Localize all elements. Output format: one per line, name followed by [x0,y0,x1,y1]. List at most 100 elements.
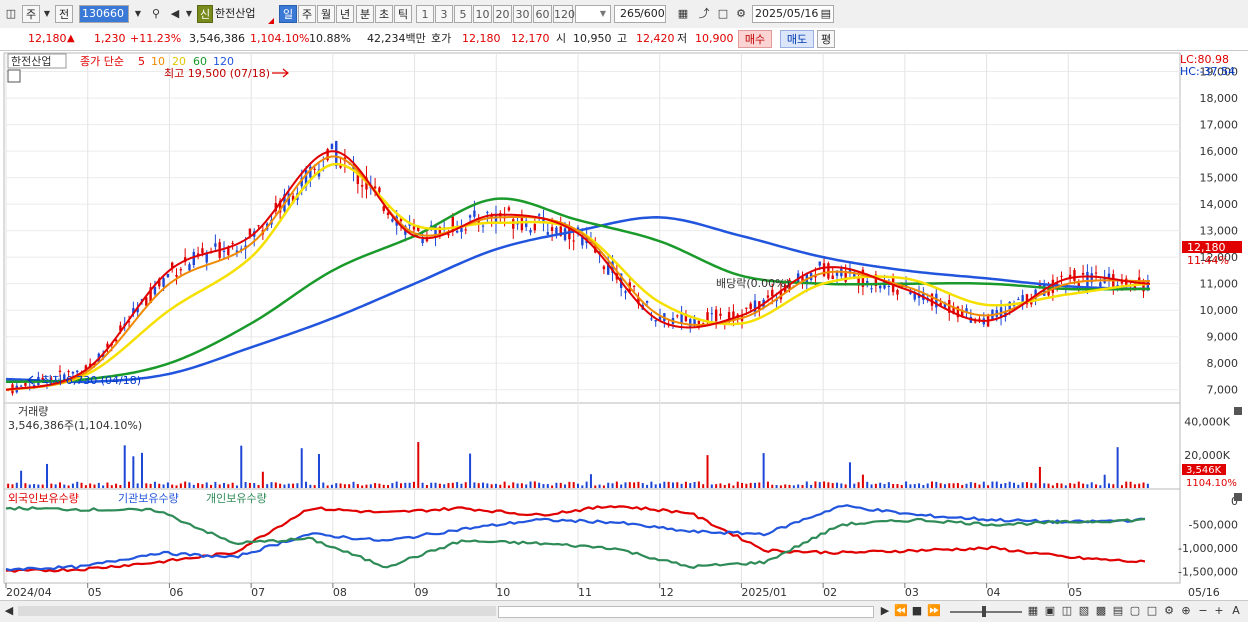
search-icon[interactable]: ⚲ [148,5,164,23]
code-dropdown-icon[interactable]: ▼ [131,5,145,23]
candle-body [313,168,316,170]
interval-1-button[interactable]: 1 [416,5,434,23]
layout-2-icon[interactable]: ▣ [1043,602,1057,620]
volume-bar [719,483,722,488]
layout-3-icon[interactable]: ◫ [1060,602,1074,620]
sell-button[interactable]: 매도 [780,30,814,48]
holdings-panel-close-icon[interactable] [1234,493,1242,501]
chart-settings-icon[interactable]: ⚙ [1162,602,1176,620]
buy-button[interactable]: 매수 [738,30,772,48]
volume-bar [637,481,640,488]
volume-bar [67,485,70,488]
period-second-button[interactable]: 초 [375,5,393,23]
rewind-icon[interactable]: ⏪ [893,602,909,620]
speaker-icon[interactable]: ◀ [167,5,183,23]
candle-body [486,212,489,214]
interval-60-button[interactable]: 60 [533,5,552,23]
volume-bar [702,484,705,488]
scroll-right-icon[interactable]: ▶ [878,602,892,620]
scroll-track[interactable] [18,606,496,616]
draw-tool-icon[interactable]: ⤴ [695,5,713,23]
interval-30-button[interactable]: 30 [513,5,532,23]
layout-4-icon[interactable]: ▧ [1077,602,1091,620]
volume-bar [1120,485,1123,488]
volume-bar [602,485,605,488]
interval-10-button[interactable]: 10 [473,5,492,23]
period-month-button[interactable]: 월 [317,5,335,23]
interval-dropdown-icon[interactable]: ▼ [597,5,609,23]
candle-body [412,226,416,230]
volume-bar [1125,481,1128,488]
interval-3-button[interactable]: 3 [435,5,453,23]
period-week-button[interactable]: 주 [298,5,316,23]
gear-icon[interactable]: ⚙ [733,5,749,23]
market-type-button[interactable]: 주 [22,5,40,23]
volume-bar [447,483,450,488]
volume-bar [335,483,338,488]
volume-bar [494,483,497,488]
interval-120-button[interactable]: 120 [553,5,575,23]
zoom-out-icon[interactable]: − [1196,602,1210,620]
volume-bar [887,482,890,488]
volume-panel-close-icon[interactable] [1234,407,1242,415]
volume-bar [404,482,407,488]
bar-count-value: 265 [620,7,641,20]
stock-code-input[interactable]: 130660 [79,5,129,23]
volume-bar [477,483,480,488]
stop-icon[interactable]: ■ [910,602,924,620]
volume-y-label: 40,000K [1184,416,1230,429]
interval-5-button[interactable]: 5 [454,5,472,23]
fast-forward-icon[interactable]: ⏩ [926,602,942,620]
volume-bar [296,483,299,488]
volume-bar [1090,482,1093,488]
eval-button[interactable]: 평 [817,30,835,48]
save-icon[interactable]: □ [715,5,731,23]
price-y-label: 17,000 [1200,119,1239,132]
calendar-icon[interactable]: ▤ [821,6,831,22]
volume-bar [874,483,877,488]
layout-5-icon[interactable]: ▩ [1094,602,1108,620]
volume-bar [728,483,731,488]
chevron-down-icon[interactable]: ▼ [41,5,53,23]
speaker-dropdown-icon[interactable]: ▼ [184,5,194,23]
window-icon[interactable]: ◫ [4,5,18,23]
period-minute-button[interactable]: 분 [356,5,374,23]
plus-icon[interactable]: + [1212,602,1226,620]
volume-bar [356,484,359,488]
chart-area[interactable]: 19,00018,00017,00016,00015,00014,00013,0… [0,51,1248,600]
layout-6-icon[interactable]: ▤ [1111,602,1125,620]
volume-bar [753,482,756,488]
volume-bar [861,474,864,488]
volume-bar [918,483,921,488]
table-view-icon[interactable] [7,69,21,83]
interval-20-button[interactable]: 20 [493,5,512,23]
period-day-button[interactable]: 일 [279,5,297,23]
scope-button[interactable]: 전 [55,5,73,23]
price-y-label: 8,000 [1207,357,1239,370]
date-input[interactable]: 2025/05/16 ▤ [752,5,834,23]
candle-body [766,295,770,298]
layout-1-icon[interactable]: ▦ [1026,602,1040,620]
candle-body [546,232,549,235]
layout-7-icon[interactable]: ▢ [1128,602,1142,620]
zoom-in-icon[interactable]: ⊕ [1179,602,1193,620]
volume-bar [533,481,536,488]
zoom-slider-track[interactable] [950,611,1022,613]
volume-bar [1142,482,1145,488]
scroll-left-icon[interactable]: ◀ [2,602,16,620]
volume-bar [400,483,403,488]
zoom-slider-handle[interactable] [982,606,986,617]
volume-bar [516,483,519,488]
period-year-button[interactable]: 년 [336,5,354,23]
layout-8-icon[interactable]: □ [1145,602,1159,620]
volume-bar [97,482,100,488]
volume-bar [58,482,61,488]
scroll-thumb[interactable] [498,606,874,618]
font-size-icon[interactable]: A [1229,602,1243,620]
volume-bar [1129,481,1132,488]
volume-bar [598,484,601,488]
volume-bar [1082,483,1085,488]
period-tick-button[interactable]: 틱 [394,5,412,23]
volume-bar [244,481,247,488]
bar-chart-settings-icon[interactable]: ▦ [674,5,692,23]
